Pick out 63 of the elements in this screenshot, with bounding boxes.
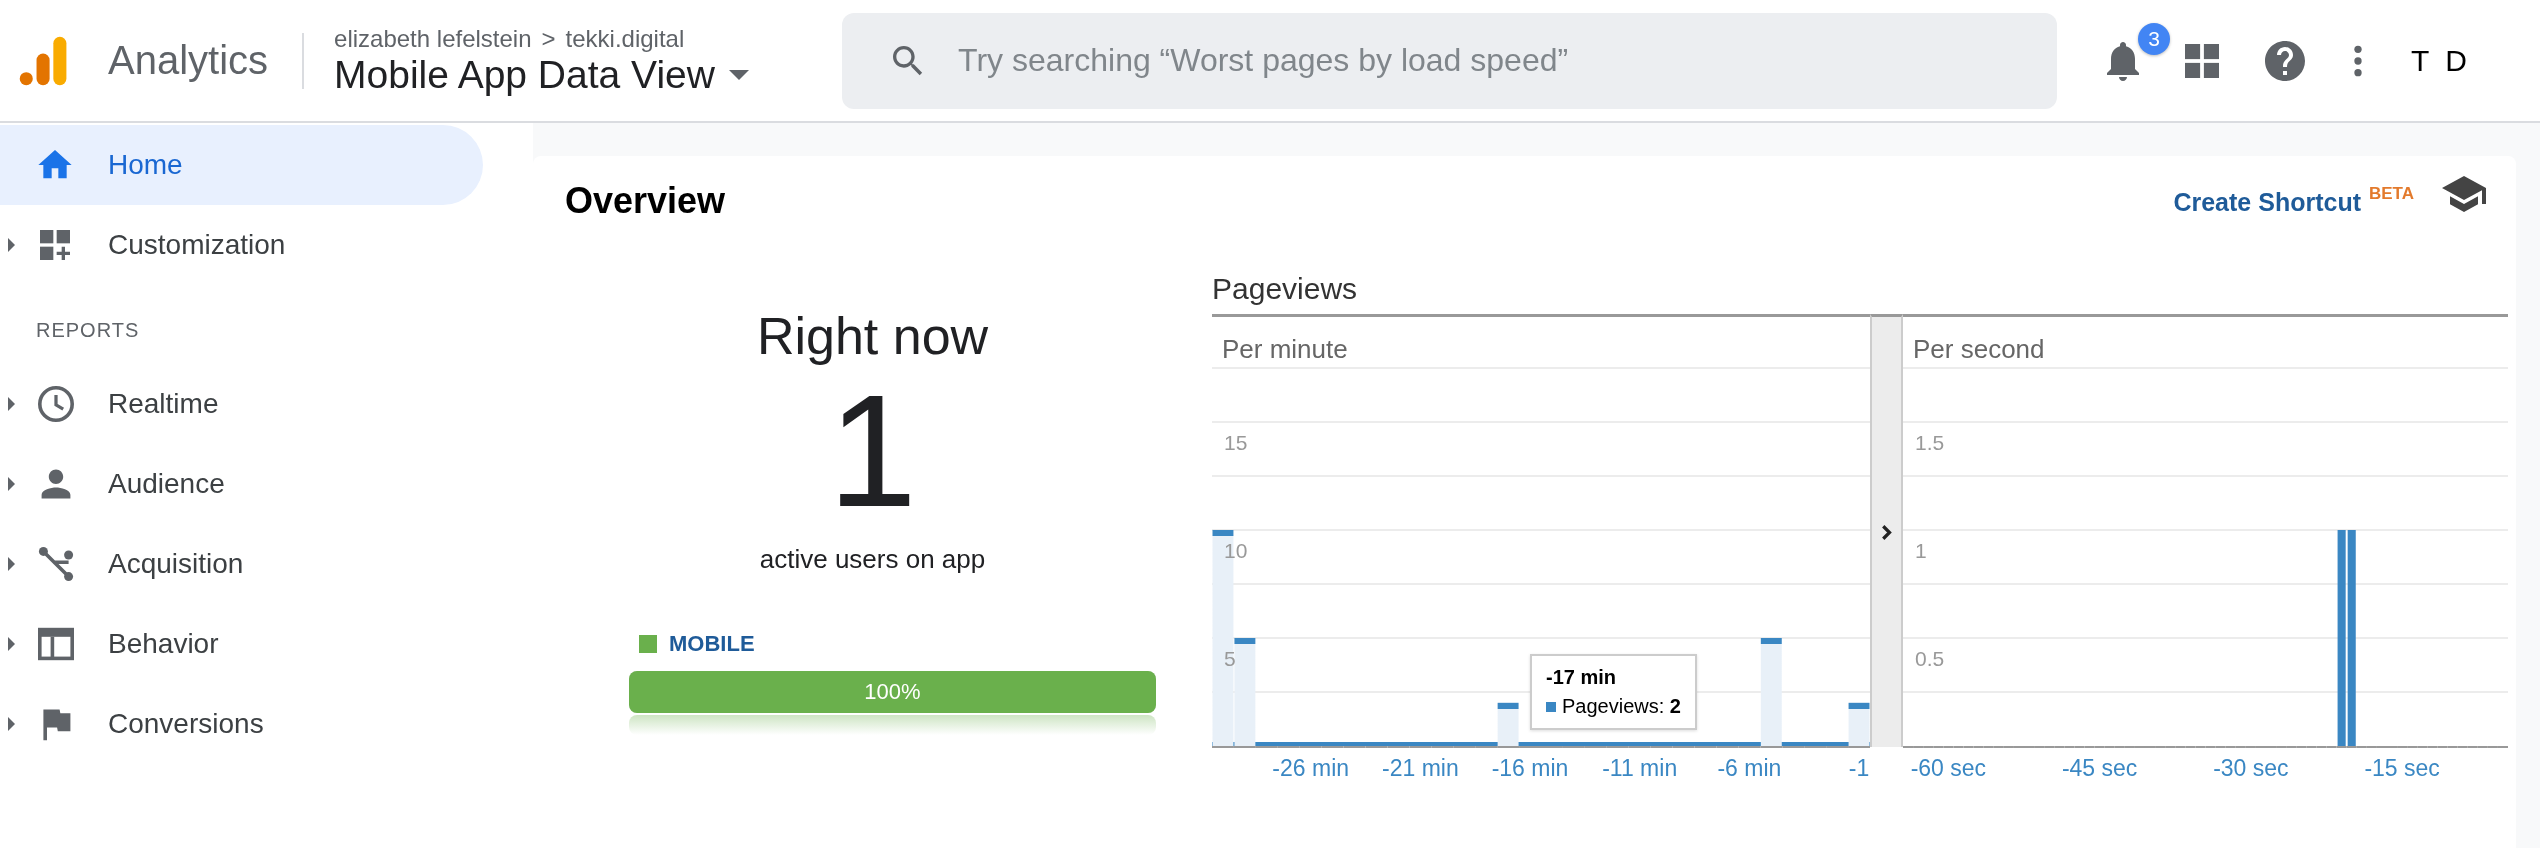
graduation-cap-icon[interactable] [2442,176,2486,212]
x-axis-label: -6 min [1717,755,1782,781]
x-axis-label: -16 min [1491,755,1569,781]
branch-icon [38,546,74,582]
view-selector[interactable]: Mobile App Data View [334,52,835,97]
nav-item[interactable]: Realtime [0,364,483,444]
active-users-caption: active users on app [759,544,986,575]
right-now-heading: Right now [756,306,989,366]
chart-bar[interactable] [1848,702,1870,746]
nav-item[interactable]: Conversions [0,684,483,764]
device-label: MOBILE [669,631,755,657]
chart-bar[interactable] [1760,638,1782,746]
pageviews-title: Pageviews [1212,272,1359,307]
notifications-icon[interactable] [2107,40,2140,81]
home-icon [38,150,72,180]
chart-bar[interactable] [1234,638,1256,746]
chart-title: Per second [1913,334,2045,364]
section-heading: REPORTS [35,318,141,343]
device-share-value: 100% [864,679,921,705]
nav-item[interactable]: Customization [0,205,483,285]
apps-icon[interactable] [2185,43,2220,78]
x-axis-label: -26 min [1272,755,1350,781]
create-shortcut-link[interactable]: Create Shortcut [2173,188,2361,217]
y-axis-label: 5 [1224,647,1236,670]
account-name: elizabeth lefelstein [334,24,532,53]
x-axis-label: -45 sec [2061,755,2138,781]
y-axis-label: 1.5 [1915,431,1945,454]
product-name: Analytics [108,38,269,83]
overview-title: Overview [565,180,726,222]
dashboard-plus-icon [38,230,72,260]
y-axis-label: 15 [1224,431,1248,454]
tooltip-value: Pageviews: 2 [1562,695,1681,718]
y-axis-label: 1 [1915,539,1927,562]
tooltip-title: -17 min [1546,666,1618,689]
nav-item[interactable]: Acquisition [0,524,483,604]
x-axis-label: -15 sec [2364,755,2440,781]
chart-bar[interactable] [2337,530,2346,746]
x-axis-label: -1 [1848,755,1870,781]
nav-item[interactable]: Audience [0,444,483,524]
clock-icon [38,386,74,422]
y-axis-label: 0.5 [1915,647,1945,670]
x-axis-label: -30 sec [2213,755,2289,781]
breadcrumb-separator: > [541,24,556,53]
window-icon [38,626,74,662]
series-swatch [1546,701,1556,712]
notification-count: 3 [2138,22,2171,55]
y-axis-label: 10 [1224,539,1248,562]
nav-item[interactable]: Home [0,125,483,205]
property-name: tekki.digital [565,24,685,53]
beta-label: BETA [2369,184,2414,204]
active-users-count: 1 [828,376,917,526]
search-field[interactable]: Try searching “Worst pages by load speed” [842,12,2058,109]
chart-bar[interactable] [2347,530,2356,746]
x-axis-label: -11 min [1602,755,1678,781]
account-initials[interactable]: T D [2411,43,2471,78]
caret-icon [728,69,749,80]
x-axis-label: -21 min [1382,755,1459,781]
chart-bar[interactable] [1497,702,1519,746]
x-axis-label: -60 sec [1910,755,1987,781]
chart-title: Per minute [1222,334,1348,364]
nav-item[interactable]: Behavior [0,604,483,684]
chevron-right-icon [1881,524,1892,540]
help-icon[interactable] [2265,40,2306,81]
